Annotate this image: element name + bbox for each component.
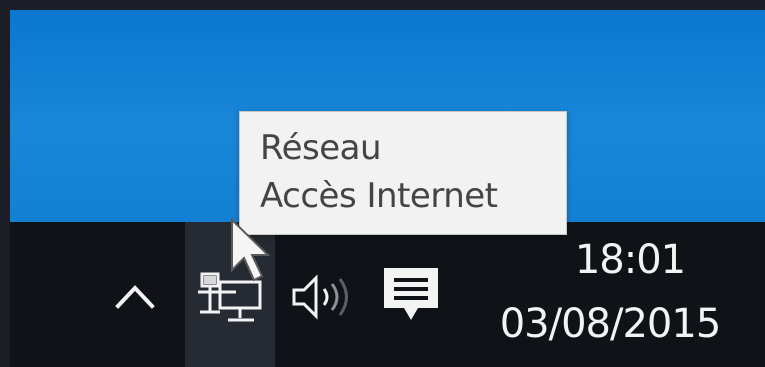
screenshot-frame: 18:01 03/08/2015 Réseau Accès Internet: [0, 0, 765, 367]
chevron-up-icon[interactable]: [112, 276, 158, 316]
action-center-icon[interactable]: [380, 264, 442, 328]
volume-icon[interactable]: [290, 272, 356, 322]
taskbar-clock[interactable]: 18:01 03/08/2015: [470, 232, 750, 352]
tooltip-title: Réseau: [260, 128, 382, 168]
clock-date: 03/08/2015: [499, 301, 722, 347]
tooltip-status: Accès Internet: [260, 176, 498, 216]
network-tooltip: Réseau Accès Internet: [239, 111, 567, 235]
clock-time: 18:01: [574, 237, 686, 283]
mouse-cursor-icon: [231, 218, 271, 282]
